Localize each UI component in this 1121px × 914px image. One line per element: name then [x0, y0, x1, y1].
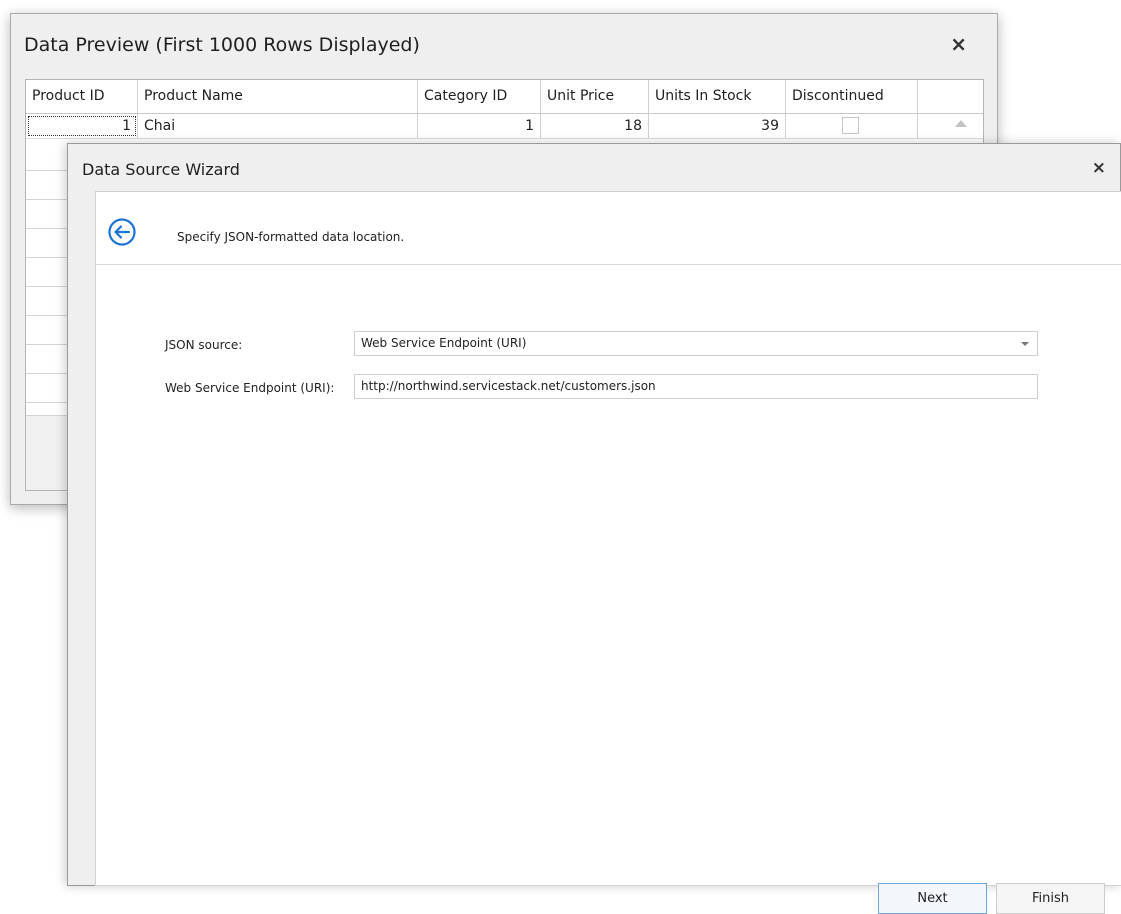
- cell-unit-price[interactable]: 18: [541, 114, 649, 138]
- wizard-close-button[interactable]: ×: [1092, 158, 1106, 178]
- discontinued-checkbox[interactable]: [842, 117, 859, 134]
- row-divider: [26, 228, 71, 229]
- back-arrow-icon[interactable]: [106, 216, 138, 248]
- row-divider: [26, 344, 71, 345]
- column-header-discontinued[interactable]: Discontinued: [786, 80, 918, 113]
- wizard-title: Data Source Wizard: [82, 160, 240, 179]
- scroll-up-icon[interactable]: [955, 120, 967, 127]
- row-divider: [26, 286, 71, 287]
- cell-product-id[interactable]: 1: [26, 114, 138, 138]
- column-header-unit-price[interactable]: Unit Price: [541, 80, 649, 113]
- wizard-body: Specify JSON-formatted data location. JS…: [95, 191, 1121, 914]
- data-preview-close-button[interactable]: ×: [950, 32, 967, 56]
- cell-category-id[interactable]: 1: [418, 114, 541, 138]
- row-divider: [26, 199, 71, 200]
- grid-header: Product ID Product Name Category ID Unit…: [26, 80, 983, 114]
- column-header-product-name[interactable]: Product Name: [138, 80, 418, 113]
- row-divider: [26, 315, 71, 316]
- endpoint-label: Web Service Endpoint (URI):: [165, 381, 335, 395]
- row-divider: [26, 257, 71, 258]
- json-source-label: JSON source:: [165, 338, 243, 352]
- chevron-down-icon[interactable]: [1021, 342, 1029, 346]
- endpoint-input[interactable]: http://northwind.servicestack.net/custom…: [354, 374, 1038, 399]
- row-divider: [26, 373, 71, 374]
- column-header-category-id[interactable]: Category ID: [418, 80, 541, 113]
- table-row[interactable]: 1 Chai 1 18 39: [26, 114, 983, 139]
- row-divider: [26, 170, 71, 171]
- cell-product-name[interactable]: Chai: [138, 114, 418, 138]
- column-header-units-in-stock[interactable]: Units In Stock: [649, 80, 786, 113]
- cell-discontinued[interactable]: [786, 114, 918, 138]
- json-source-value: Web Service Endpoint (URI): [361, 336, 527, 350]
- column-header-product-id[interactable]: Product ID: [26, 80, 138, 113]
- header-divider: [96, 264, 1121, 265]
- cell-units-in-stock[interactable]: 39: [649, 114, 786, 138]
- json-source-combobox[interactable]: Web Service Endpoint (URI): [354, 331, 1038, 356]
- data-preview-title: Data Preview (First 1000 Rows Displayed): [24, 34, 420, 56]
- next-button[interactable]: Next: [878, 883, 987, 914]
- finish-button[interactable]: Finish: [996, 883, 1105, 914]
- row-divider: [26, 402, 71, 403]
- wizard-step-description: Specify JSON-formatted data location.: [177, 230, 405, 244]
- data-source-wizard-dialog: Data Source Wizard × Specify JSON-format…: [67, 143, 1121, 914]
